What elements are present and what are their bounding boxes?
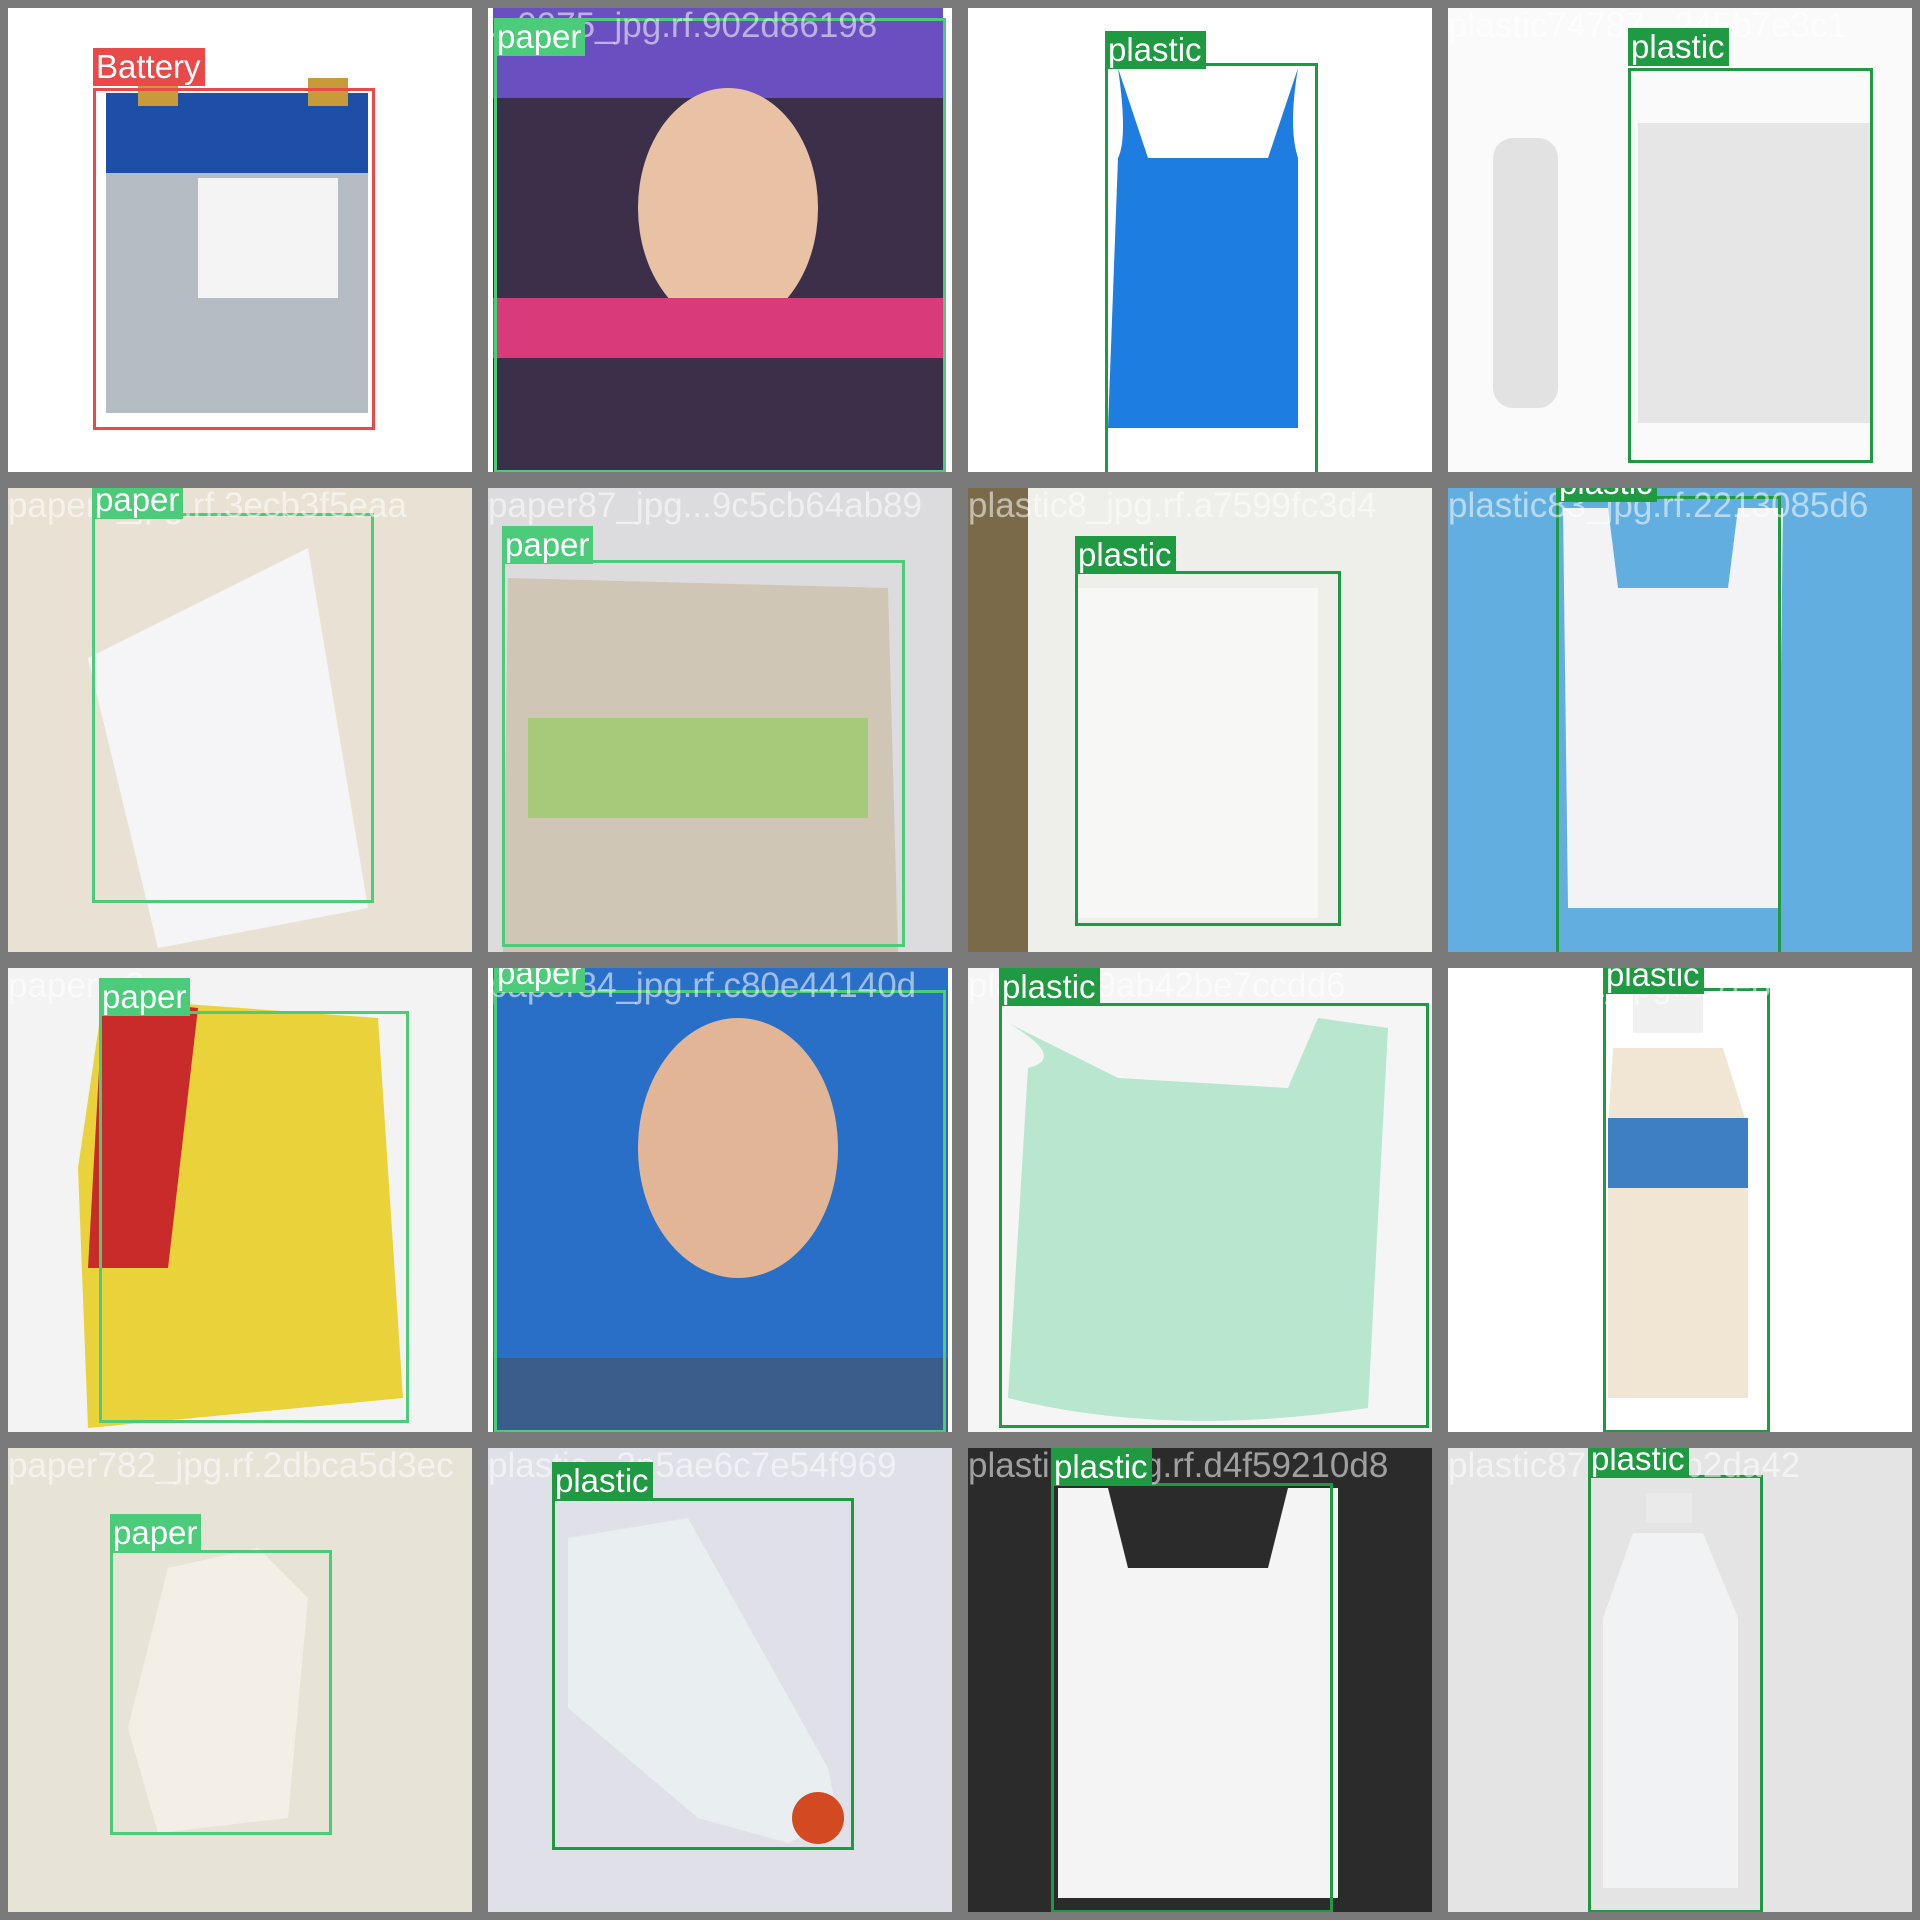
- label-plastic: plastic: [1588, 1448, 1689, 1478]
- bbox-paper: [110, 1550, 332, 1835]
- tile-coupons: paper...2 paper: [0, 960, 480, 1440]
- label-plastic: plastic: [1603, 968, 1704, 994]
- label-paper: paper: [92, 488, 184, 519]
- tile-filename: paper87_jpg...9c5cb64ab89: [488, 486, 922, 525]
- tile-green-bag: plastic...9ab42be7ccdd6 plastic: [960, 960, 1440, 1440]
- tile-white-bag-dark: plastic..._jpg.rf.d4f59210d8 plastic: [960, 1440, 1440, 1920]
- bbox-battery: [93, 88, 375, 430]
- label-battery: Battery: [93, 48, 205, 86]
- tile-lined-paper: paper8_jpg.rf.3ecb3f5eaa paper: [0, 480, 480, 960]
- label-paper: paper: [494, 968, 586, 992]
- bbox-plastic: [999, 1003, 1429, 1428]
- tile-magazine: ...0075_jpg.rf.902d86198 paper: [480, 0, 960, 480]
- label-paper: paper: [110, 1514, 202, 1552]
- tile-magazines: paper87_jpg...9c5cb64ab89 paper: [480, 480, 960, 960]
- tile-battery: battery123_jpg.rf.5554fb493 Battery: [0, 0, 480, 480]
- tile-filename: paper8_jpg.rf.3ecb3f5eaa: [8, 486, 407, 525]
- label-plastic: plastic: [1556, 488, 1657, 502]
- label-plastic: plastic: [1051, 1448, 1152, 1486]
- tile-tv-movie: paper84_jpg.rf.c80e44140d paper: [480, 960, 960, 1440]
- detection-grid: battery123_jpg.rf.5554fb493 Battery ...0…: [0, 0, 1920, 1920]
- bbox-plastic: [1628, 68, 1873, 463]
- bbox-paper: [502, 560, 905, 947]
- tile-milk-bottle: plastic721_jpg.rf.7e8087bb8 plastic: [1440, 960, 1920, 1440]
- tile-white-bag: plastic74787...245b7e3c1 plastic: [1440, 0, 1920, 480]
- tile-torn-paper: paper782_jpg.rf.2dbca5d3ec paper: [0, 1440, 480, 1920]
- bbox-plastic: [1556, 496, 1781, 952]
- tile-filename: plastic..._jpg.rf.d4f59210d8: [968, 1446, 1389, 1485]
- tile-clear-bag: plastic8_jpg.rf.a7599fc3d4 plastic: [960, 480, 1440, 960]
- tile-water-bottle: plastic87...454fb2da42 plastic: [1440, 1440, 1920, 1920]
- bbox-plastic: [1075, 571, 1341, 926]
- tile-white-bag-blue: plastic83_jpg.rf.2213085d6 plastic: [1440, 480, 1920, 960]
- label-paper: paper: [502, 526, 594, 564]
- tile-filename: plastic8_jpg.rf.a7599fc3d4: [968, 486, 1377, 525]
- tile-filename: paper782_jpg.rf.2dbca5d3ec: [8, 1446, 454, 1485]
- label-plastic: plastic: [999, 968, 1100, 1006]
- tile-drink-bottle: plastic...3p5ae6c7e54f969 plastic: [480, 1440, 960, 1920]
- bbox-plastic: [552, 1498, 854, 1850]
- bbox-plastic: [1051, 1483, 1333, 1912]
- bbox-plastic: [1588, 1475, 1763, 1912]
- label-plastic: plastic: [1075, 536, 1176, 574]
- bbox-paper: [494, 18, 946, 472]
- bbox-paper: [494, 990, 946, 1432]
- bbox-paper: [92, 513, 374, 903]
- tile-filename: plastic83_jpg.rf.2213085d6: [1448, 486, 1869, 525]
- label-plastic: plastic: [552, 1462, 653, 1500]
- bbox-plastic: [1603, 988, 1770, 1432]
- bbox-paper: [99, 1011, 409, 1423]
- tile-blue-bag: plastic69...254a2df75e2 plastic: [960, 0, 1440, 480]
- label-paper: paper: [494, 18, 586, 56]
- tile-filename: battery123_jpg.rf.5554fb493: [8, 6, 446, 45]
- label-plastic: plastic: [1105, 31, 1206, 69]
- tile-filename: plastic...3p5ae6c7e54f969: [488, 1446, 897, 1485]
- label-plastic: plastic: [1628, 28, 1729, 66]
- bbox-plastic: [1105, 63, 1318, 472]
- label-paper: paper: [99, 978, 191, 1016]
